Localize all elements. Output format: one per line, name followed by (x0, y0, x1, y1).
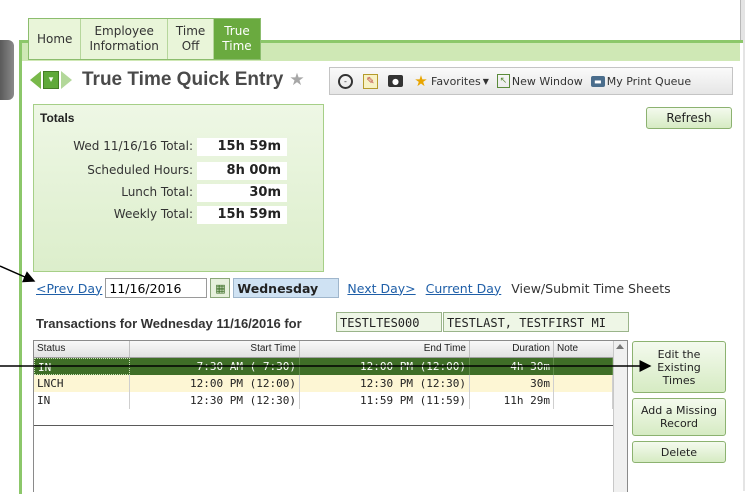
next-day-link[interactable]: Next Day> (347, 281, 415, 296)
tab-home[interactable]: Home (29, 19, 82, 59)
add-missing-record-label: Add a Missing Record (640, 404, 718, 430)
column-header-duration[interactable]: Duration (470, 341, 554, 357)
cell-duration: 30m (470, 375, 554, 392)
column-header-start-time[interactable]: Start Time (130, 341, 300, 357)
tab-time-off[interactable]: Time Off (168, 19, 215, 59)
tab-label: Information (89, 39, 159, 53)
favorites-button[interactable]: ★ Favorites ▼ (413, 72, 489, 90)
cell-status: IN (34, 358, 130, 375)
totals-label: Wed 11/16/16 Total: (73, 139, 193, 153)
employee-name-field: TESTLAST, TESTFIRST MI (443, 312, 629, 332)
table-header: Status Start Time End Time Duration Note (34, 341, 613, 358)
favorites-label: Favorites (431, 74, 481, 88)
current-day-link[interactable]: Current Day (426, 281, 502, 296)
chevron-down-icon: ▼ (482, 76, 489, 86)
totals-label: Scheduled Hours: (87, 163, 193, 177)
table-row[interactable]: IN 7:30 AM ( 7:30) 12:00 PM (12:00) 4h 3… (34, 358, 613, 375)
refresh-button[interactable]: Refresh (646, 107, 732, 129)
refresh-label: Refresh (666, 111, 712, 125)
cell-end-time: 12:30 PM (12:30) (300, 375, 470, 392)
add-missing-record-button[interactable]: Add a Missing Record (632, 398, 726, 436)
column-header-note[interactable]: Note (554, 341, 613, 357)
totals-label: Weekly Total: (113, 207, 193, 221)
employee-id-field: TESTLTES000 (336, 312, 442, 332)
new-window-button[interactable]: ↖ New Window (496, 74, 583, 88)
delete-label: Delete (660, 445, 698, 459)
day-navigation: <Prev Day ▦ Wednesday Next Day> Current … (36, 277, 671, 299)
prev-day-link[interactable]: <Prev Day (36, 281, 102, 296)
edit-existing-times-button[interactable]: Edit the Existing Times (632, 341, 726, 393)
scroll-up-icon[interactable] (616, 344, 624, 349)
column-header-status[interactable]: Status (34, 341, 130, 357)
page-menu-icon[interactable]: ▾ (43, 71, 59, 89)
totals-label: Lunch Total: (121, 185, 193, 199)
tab-label: Off (181, 39, 200, 53)
table-scrollbar[interactable] (613, 341, 627, 492)
tab-label: True (224, 24, 250, 38)
camera-button[interactable]: ● (388, 75, 405, 87)
totals-row: Wed 11/16/16 Total: 15h 59m (34, 138, 323, 156)
transactions-title: Transactions for Wednesday 11/16/2016 fo… (36, 316, 302, 331)
top-strip (0, 0, 745, 8)
totals-row: Weekly Total: 15h 59m (34, 206, 323, 224)
cell-duration: 4h 30m (470, 358, 554, 375)
cell-status: LNCH (34, 375, 130, 392)
transactions-table: Status Start Time End Time Duration Note… (33, 340, 628, 492)
cell-duration: 11h 29m (470, 392, 554, 409)
cell-start-time: 12:30 PM (12:30) (130, 392, 300, 409)
left-decoration (0, 40, 14, 100)
totals-row: Lunch Total: 30m (34, 184, 323, 202)
new-window-icon: ↖ (496, 74, 510, 88)
clock-icon: - (338, 73, 353, 89)
totals-value: 8h 00m (197, 162, 287, 180)
printer-icon: ▬ (590, 75, 605, 87)
clock-button[interactable]: - (338, 73, 355, 89)
print-queue-label: My Print Queue (606, 74, 692, 88)
tab-label: Time (175, 24, 206, 38)
main-tabs: Home Employee Information Time Off True … (28, 18, 261, 60)
totals-value: 30m (197, 184, 287, 202)
tab-employee-information[interactable]: Employee Information (81, 19, 168, 59)
day-name-display: Wednesday (233, 278, 340, 298)
edit-note-icon: ✎ (363, 73, 378, 89)
tab-label: Home (37, 31, 73, 46)
forward-arrow-icon[interactable] (61, 71, 72, 89)
cell-status: IN (34, 392, 130, 409)
cell-note (554, 358, 613, 375)
totals-value: 15h 59m (197, 206, 287, 224)
tab-label: Time (222, 39, 252, 53)
date-input[interactable] (105, 278, 208, 298)
edit-existing-times-label: Edit the Existing Times (657, 347, 701, 387)
table-divider (34, 425, 613, 426)
cell-note (554, 375, 613, 392)
print-queue-button[interactable]: ▬ My Print Queue (590, 74, 692, 88)
totals-value: 15h 59m (197, 138, 287, 156)
delete-button[interactable]: Delete (632, 441, 726, 463)
favorites-star-icon: ★ (414, 72, 428, 90)
star-icon[interactable]: ★ (289, 70, 304, 90)
camera-icon: ● (388, 75, 403, 87)
cell-start-time: 12:00 PM (12:00) (130, 375, 300, 392)
tab-label: Employee (94, 24, 154, 38)
column-header-end-time[interactable]: End Time (300, 341, 470, 357)
table-row[interactable]: LNCH 12:00 PM (12:00) 12:30 PM (12:30) 3… (34, 375, 613, 392)
totals-panel: Totals Wed 11/16/16 Total: 15h 59m Sched… (33, 104, 324, 272)
new-window-label: New Window (511, 74, 583, 88)
cell-end-time: 12:00 PM (12:00) (300, 358, 470, 375)
cell-end-time: 11:59 PM (11:59) (300, 392, 470, 409)
view-submit-time-sheets[interactable]: View/Submit Time Sheets (511, 281, 670, 296)
toolbar: - ✎ ● ★ Favorites ▼ ↖ New Window ▬ My Pr… (329, 67, 733, 95)
table-row[interactable]: IN 12:30 PM (12:30) 11:59 PM (11:59) 11h… (34, 392, 613, 409)
notes-button[interactable]: ✎ (363, 73, 380, 89)
page-title: True Time Quick Entry (82, 69, 284, 90)
tab-true-time[interactable]: True Time (214, 19, 260, 59)
back-arrow-icon[interactable] (30, 71, 41, 89)
totals-heading: Totals (40, 111, 75, 125)
totals-row: Scheduled Hours: 8h 00m (34, 162, 323, 180)
title-row: ▾ True Time Quick Entry ★ (30, 66, 305, 94)
cell-start-time: 7:30 AM ( 7:30) (130, 358, 300, 375)
calendar-icon[interactable]: ▦ (210, 278, 231, 298)
cell-note (554, 392, 613, 409)
